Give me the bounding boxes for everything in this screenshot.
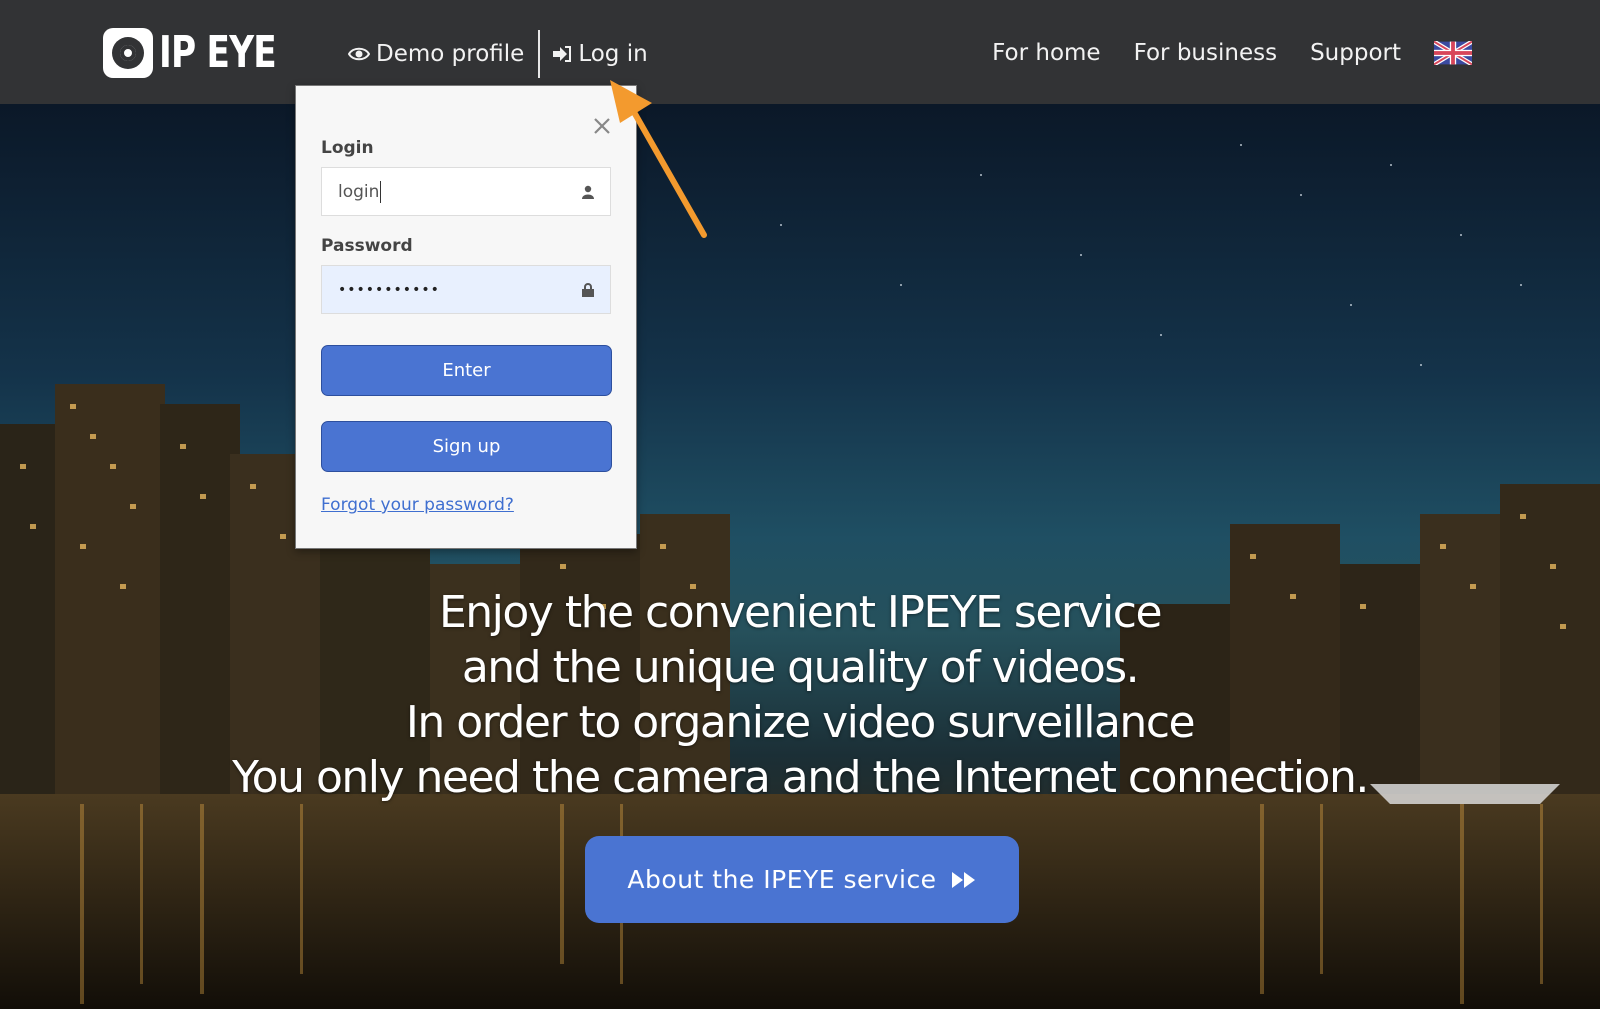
login-label: Log in: [578, 41, 648, 67]
password-input[interactable]: •••••••••••: [321, 265, 611, 314]
nav-divider: [538, 30, 541, 78]
annotation-arrow-icon: [610, 80, 707, 238]
uk-flag-icon[interactable]: [1432, 39, 1474, 67]
nav-support[interactable]: Support: [1310, 40, 1401, 66]
password-field-label: Password: [321, 236, 413, 256]
user-icon: [582, 184, 594, 204]
demo-profile-link[interactable]: Demo profile: [348, 41, 524, 67]
login-link[interactable]: Log in: [552, 41, 648, 67]
hero-line-4: You only need the camera and the Interne…: [232, 752, 1369, 803]
signup-button[interactable]: Sign up: [321, 421, 612, 472]
forgot-password-link[interactable]: Forgot your password?: [321, 495, 514, 515]
login-input[interactable]: login: [321, 167, 611, 216]
lock-icon: [582, 282, 594, 302]
nav-right: For home For business Support: [959, 30, 1474, 76]
hero-line-3: In order to organize video surveillance: [405, 697, 1196, 748]
password-input-value: •••••••••••: [338, 281, 440, 298]
eye-icon: [348, 46, 370, 62]
sign-in-icon: [552, 45, 572, 63]
ipeye-logo[interactable]: IP EYE: [103, 28, 309, 78]
text-caret: [380, 180, 382, 203]
nav-for-home[interactable]: For home: [992, 40, 1100, 66]
hero-line-2: and the unique quality of videos.: [461, 642, 1140, 693]
camera-lens-icon: [103, 28, 153, 78]
hero-headline: Enjoy the convenient IPEYE service and t…: [0, 585, 1600, 805]
about-service-button[interactable]: About the IPEYE service: [585, 836, 1019, 923]
top-navbar: IP EYE Demo profile Log in For home For …: [0, 0, 1600, 104]
logo-text: IP EYE: [159, 27, 277, 78]
hero-line-1: Enjoy the convenient IPEYE service: [438, 587, 1163, 638]
login-dropdown: Login login Password ••••••••••• Enter S…: [295, 85, 637, 549]
fast-forward-icon: [951, 871, 977, 889]
enter-button[interactable]: Enter: [321, 345, 612, 396]
login-input-value: login: [338, 181, 380, 202]
nav-for-business[interactable]: For business: [1134, 40, 1278, 66]
about-service-label: About the IPEYE service: [627, 865, 937, 894]
login-field-label: Login: [321, 138, 374, 158]
nav-left: Demo profile Log in: [348, 30, 648, 78]
demo-profile-label: Demo profile: [376, 41, 525, 67]
